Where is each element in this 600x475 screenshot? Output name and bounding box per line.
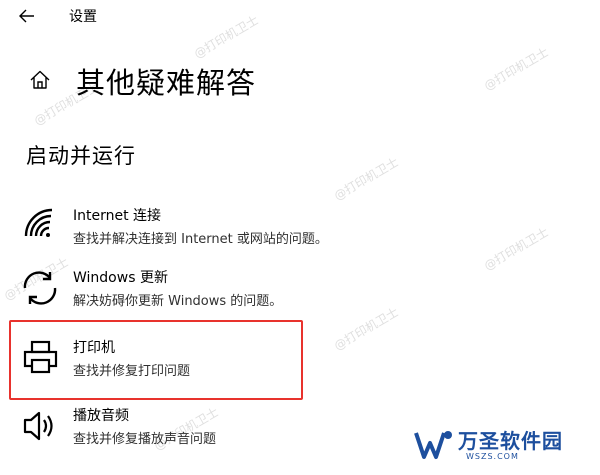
item-name: 打印机: [73, 340, 115, 356]
logo-brand: 万圣软件园: [458, 429, 563, 453]
window-title: 设置: [69, 9, 97, 25]
item-description: 查找并修复播放声音问题: [73, 432, 217, 447]
printer-icon: [23, 340, 58, 374]
watermark-text: @打印机卫士: [331, 154, 401, 203]
logo-domain: WSZS.COM: [466, 452, 519, 461]
page-title: 其他疑难解答: [76, 66, 257, 100]
section-title: 启动并运行: [26, 144, 136, 168]
item-description: 查找并解决连接到 Internet 或网站的问题。: [73, 232, 328, 247]
refresh-icon: [23, 271, 57, 305]
watermark-text: @打印机卫士: [191, 12, 261, 61]
item-name: Internet 连接: [73, 208, 162, 224]
back-button[interactable]: [14, 3, 40, 29]
home-icon: [30, 70, 50, 89]
speaker-icon: [23, 411, 53, 441]
item-description: 查找并修复打印问题: [73, 364, 191, 379]
troubleshooter-printer[interactable]: 打印机 查找并修复打印问题: [20, 338, 440, 386]
item-name: Windows 更新: [73, 270, 168, 286]
site-logo: 万圣软件园 WSZS.COM: [414, 425, 586, 469]
watermark-text: @打印机卫士: [481, 44, 551, 93]
home-button[interactable]: [28, 68, 52, 92]
item-description: 解决妨碍你更新 Windows 的问题。: [73, 294, 283, 309]
back-arrow-icon: [19, 9, 34, 23]
troubleshooter-windows-update[interactable]: Windows 更新 解决妨碍你更新 Windows 的问题。: [20, 268, 440, 316]
item-name: 播放音频: [73, 408, 129, 424]
troubleshooter-internet[interactable]: Internet 连接 查找并解决连接到 Internet 或网站的问题。: [20, 206, 440, 254]
watermark-text: @打印机卫士: [481, 224, 551, 273]
wifi-icon: [24, 208, 53, 237]
troubleshooter-audio[interactable]: 播放音频 查找并修复播放声音问题: [20, 406, 440, 454]
logo-emblem-icon: [414, 431, 452, 459]
